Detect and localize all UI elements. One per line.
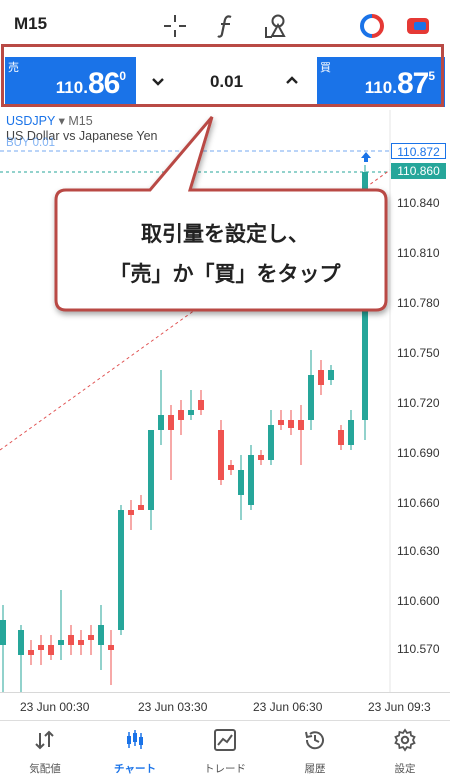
objects-icon[interactable] — [262, 12, 290, 40]
chevron-up-icon[interactable] — [280, 69, 304, 93]
candle-body — [218, 430, 224, 480]
buy-button[interactable]: 買 110.875 — [317, 57, 445, 107]
candle-body — [28, 650, 34, 655]
buy-price: 110.875 — [364, 67, 435, 100]
candle-body — [298, 420, 304, 430]
timeframe-button[interactable]: M15 — [14, 14, 47, 34]
price-label: 110.840 — [397, 196, 440, 210]
time-axis: 23 Jun 00:30 23 Jun 03:30 23 Jun 06:30 2… — [0, 692, 450, 721]
candle-body — [158, 415, 164, 430]
callout-text-line1: 取引量を設定し、 — [141, 223, 309, 246]
candle-body — [138, 505, 144, 510]
price-label: 110.720 — [397, 396, 440, 410]
price-label: 110.780 — [397, 296, 440, 310]
chart-symbol: USDJPY ▾ M15 — [6, 114, 93, 128]
candle-body — [318, 370, 324, 385]
price-label: 110.630 — [397, 544, 440, 558]
candle-body — [308, 375, 314, 420]
candle-body — [288, 420, 294, 428]
callout-text-line2: 「売」か「買」をタップ — [109, 263, 341, 286]
one-click-trading-icon[interactable] — [358, 12, 386, 40]
time-label: 23 Jun 09:3 — [368, 700, 431, 714]
nav-label: 設定 — [394, 763, 416, 775]
candle-body — [68, 635, 74, 645]
nav-quotes[interactable]: 気配値 — [0, 721, 90, 779]
candle-body — [18, 630, 24, 655]
candle-body — [362, 172, 368, 420]
candle-body — [58, 640, 64, 645]
one-click-trade-panel: 売 110.860 0.01 買 110.875 — [0, 52, 450, 110]
buy-label: 買 — [320, 62, 331, 74]
candle-body — [238, 470, 244, 495]
nav-label: 履歴 — [304, 763, 326, 775]
candle-body — [348, 420, 354, 445]
candle-body — [38, 645, 44, 650]
price-label: 110.570 — [397, 642, 440, 656]
nav-label: トレード — [204, 763, 246, 775]
candlestick-chart[interactable] — [0, 110, 450, 720]
trade-toggle-icon[interactable] — [404, 12, 432, 40]
candle-body — [148, 430, 154, 510]
function-icon[interactable] — [212, 12, 240, 40]
time-label: 23 Jun 06:30 — [253, 700, 323, 714]
time-label: 23 Jun 03:30 — [138, 700, 208, 714]
candle-body — [0, 620, 6, 645]
nav-label: チャート — [114, 763, 156, 775]
candle-body — [108, 645, 114, 650]
candle-body — [88, 635, 94, 640]
bid-price-tag: 110.860 — [391, 163, 446, 179]
ask-price-tag: 110.872 — [391, 143, 446, 159]
candle-body — [178, 410, 184, 420]
candle-body — [168, 415, 174, 430]
candle-body — [128, 510, 134, 515]
candle-body — [268, 425, 274, 460]
candle-body — [328, 370, 334, 380]
candle-body — [258, 455, 264, 460]
nav-chart[interactable]: チャート — [90, 721, 180, 779]
candle-body — [48, 645, 54, 655]
candle-body — [78, 640, 84, 645]
volume-control: 0.01 — [136, 57, 317, 107]
settings-icon — [394, 728, 416, 752]
candle-body — [98, 625, 104, 645]
quotes-icon — [35, 730, 54, 750]
nav-label: 気配値 — [29, 763, 61, 775]
chart-area[interactable]: USDJPY ▾ M15 US Dollar vs Japanese Yen B… — [0, 110, 450, 720]
buy-arrow-icon — [361, 152, 371, 162]
candle-body — [198, 400, 204, 410]
price-label: 110.690 — [397, 446, 440, 460]
buy-order-label: BUY 0.01 — [6, 137, 56, 149]
nav-history[interactable]: 履歴 — [270, 721, 360, 779]
price-label: 110.660 — [397, 496, 440, 510]
nav-trade[interactable]: トレード — [180, 721, 270, 779]
time-label: 23 Jun 00:30 — [20, 700, 90, 714]
price-label: 110.750 — [397, 346, 440, 360]
candle-body — [228, 465, 234, 470]
candle-body — [188, 410, 194, 415]
price-label: 110.600 — [397, 594, 440, 608]
candle-body — [278, 420, 284, 425]
bottom-navigation: 気配値 チャート トレード 履歴 設定 — [0, 720, 450, 779]
sell-price: 110.860 — [55, 67, 126, 100]
history-icon — [305, 731, 324, 750]
price-label: 110.810 — [397, 246, 440, 260]
sell-label: 売 — [8, 62, 19, 74]
nav-settings[interactable]: 設定 — [360, 721, 450, 779]
trade-icon — [214, 729, 236, 751]
candle-body — [248, 455, 254, 505]
top-toolbar: M15 — [0, 0, 450, 52]
sell-button[interactable]: 売 110.860 — [5, 57, 136, 107]
crosshair-icon[interactable] — [161, 12, 189, 40]
candle-body — [118, 510, 124, 630]
chart-icon — [127, 730, 143, 749]
candle-body — [338, 430, 344, 445]
